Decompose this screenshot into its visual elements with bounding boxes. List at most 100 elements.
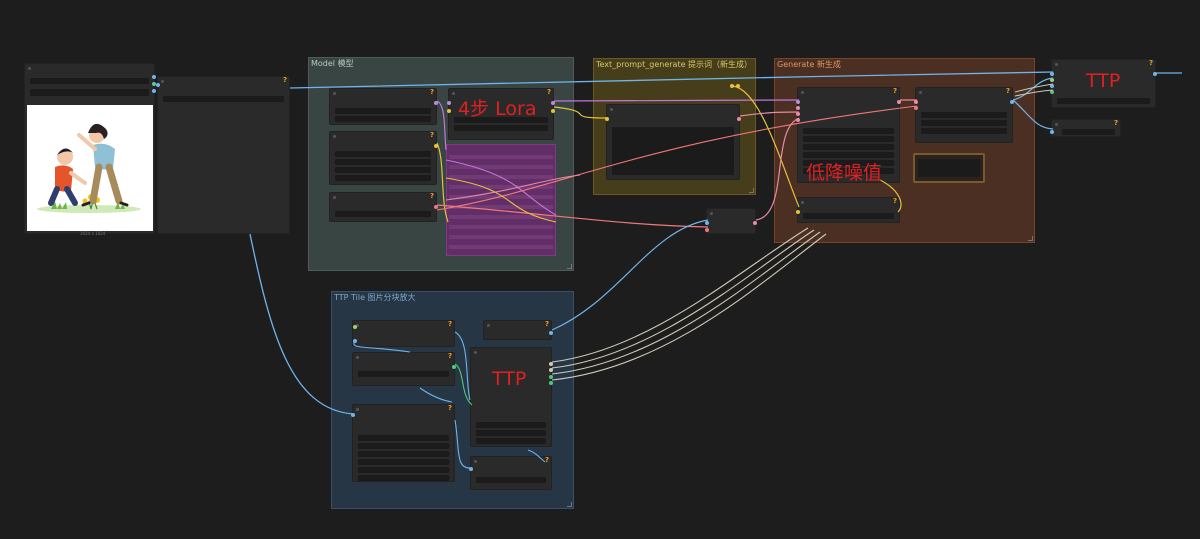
node-widget[interactable]	[358, 475, 449, 481]
node-help-icon[interactable]: ?	[545, 456, 549, 464]
node-widget[interactable]	[358, 459, 449, 465]
input-socket[interactable]	[914, 106, 918, 110]
node-collapse-dot[interactable]	[487, 324, 490, 327]
output-socket[interactable]	[353, 339, 357, 343]
input-socket[interactable]	[796, 118, 800, 122]
node-help-icon[interactable]: ?	[430, 192, 434, 200]
ttp-preview-node[interactable]: ?	[1050, 119, 1121, 137]
node-widget[interactable]	[803, 213, 894, 219]
output-socket[interactable]	[452, 365, 456, 369]
node-widget[interactable]	[335, 159, 431, 165]
input-socket[interactable]	[796, 106, 800, 110]
input-socket[interactable]	[351, 413, 355, 417]
node-collapse-dot[interactable]	[919, 91, 922, 94]
node-help-icon[interactable]: ?	[547, 88, 551, 96]
node-widget[interactable]	[30, 89, 149, 96]
ttp-tile-batch-node[interactable]	[470, 347, 553, 447]
node-collapse-dot[interactable]	[452, 92, 455, 95]
node-widget[interactable]	[921, 112, 1007, 118]
tile-upscale-node[interactable]: ?	[351, 404, 455, 482]
clip-loader-node[interactable]: ?	[329, 131, 438, 185]
node-widget[interactable]	[358, 371, 449, 377]
node-help-icon[interactable]: ?	[430, 88, 434, 96]
node-collapse-dot[interactable]	[356, 356, 359, 359]
node-widget[interactable]	[1062, 129, 1115, 135]
node-collapse-dot[interactable]	[1055, 63, 1058, 66]
node-collapse-dot[interactable]	[801, 91, 804, 94]
group-resize-handle[interactable]	[749, 188, 754, 193]
node-help-icon[interactable]: ?	[893, 197, 897, 205]
text-encode-node[interactable]	[605, 104, 741, 180]
node-widget[interactable]	[476, 438, 546, 444]
conditioning-node[interactable]	[705, 208, 757, 234]
node-widget[interactable]	[335, 116, 431, 122]
group-resize-handle[interactable]	[567, 502, 572, 507]
load-image-node[interactable]: 1024 x 1024	[24, 63, 156, 236]
node-collapse-dot[interactable]	[333, 92, 336, 95]
node-widget[interactable]	[921, 128, 1007, 134]
group-ttp-tile-title[interactable]: TTP Tile 图片分块放大	[334, 292, 416, 303]
output-socket[interactable]	[753, 221, 757, 225]
node-help-icon[interactable]: ?	[448, 404, 452, 412]
input-socket[interactable]	[447, 109, 451, 113]
node-collapse-dot[interactable]	[356, 408, 359, 411]
output-socket[interactable]	[434, 205, 438, 209]
denoise-node[interactable]: ?	[796, 197, 900, 223]
input-socket[interactable]	[469, 467, 473, 471]
output-socket[interactable]	[737, 117, 741, 121]
input-socket[interactable]	[796, 210, 800, 214]
node-widget[interactable]	[358, 435, 449, 441]
output-socket[interactable]	[549, 331, 553, 335]
vae-loader-node[interactable]: ?	[329, 192, 438, 222]
node-help-icon[interactable]: ?	[1006, 87, 1010, 95]
preview-box-node[interactable]	[913, 153, 985, 183]
output-socket[interactable]	[549, 362, 553, 366]
node-widget[interactable]	[358, 443, 449, 449]
input-socket[interactable]	[705, 228, 709, 232]
node-widget[interactable]	[335, 211, 431, 217]
group-resize-handle[interactable]	[1028, 236, 1033, 241]
node-widget[interactable]	[803, 144, 894, 150]
node-graph-canvas[interactable]: Model 模型 Text_prompt_generate 提示词（新生成） G…	[0, 0, 1200, 539]
output-socket[interactable]	[551, 109, 555, 113]
node-collapse-dot[interactable]	[710, 212, 713, 215]
node-collapse-dot[interactable]	[28, 67, 31, 70]
output-socket[interactable]	[549, 375, 553, 379]
node-widget[interactable]	[358, 451, 449, 457]
output-socket[interactable]	[736, 84, 740, 88]
prompt-source-node[interactable]	[728, 82, 742, 92]
node-widget[interactable]	[335, 151, 431, 157]
output-socket[interactable]	[152, 89, 156, 93]
bypassed-lora-node[interactable]	[446, 144, 556, 256]
output-socket[interactable]	[434, 144, 438, 148]
node-help-icon[interactable]: ?	[430, 131, 434, 139]
node-widget[interactable]	[335, 167, 431, 173]
node-widget[interactable]	[1057, 98, 1150, 104]
output-socket[interactable]	[551, 101, 555, 105]
image-process-node[interactable]: ?	[156, 76, 290, 234]
node-collapse-dot[interactable]	[333, 196, 336, 199]
node-help-icon[interactable]: ?	[1149, 59, 1153, 67]
node-widget[interactable]	[803, 136, 894, 142]
node-widget[interactable]	[163, 96, 284, 102]
output-socket[interactable]	[152, 75, 156, 79]
input-socket[interactable]	[1050, 78, 1054, 82]
input-socket[interactable]	[1050, 72, 1054, 76]
prompt-text-area[interactable]	[612, 127, 734, 175]
input-socket[interactable]	[796, 112, 800, 116]
image-preview[interactable]	[27, 105, 153, 231]
node-widget[interactable]	[476, 422, 546, 428]
input-socket[interactable]	[1050, 84, 1054, 88]
group-generate-title[interactable]: Generate 新生成	[777, 59, 841, 70]
node-help-icon[interactable]: ?	[448, 352, 452, 360]
node-widget[interactable]	[335, 108, 431, 114]
node-widget[interactable]	[335, 175, 431, 181]
input-socket[interactable]	[156, 83, 160, 87]
output-socket[interactable]	[549, 368, 553, 372]
output-socket[interactable]	[730, 84, 734, 88]
input-socket[interactable]	[1050, 130, 1054, 134]
input-socket[interactable]	[447, 101, 451, 105]
ttp-image-tile-node[interactable]: ?	[483, 320, 553, 340]
input-socket[interactable]	[705, 221, 709, 225]
output-socket[interactable]	[353, 325, 357, 329]
